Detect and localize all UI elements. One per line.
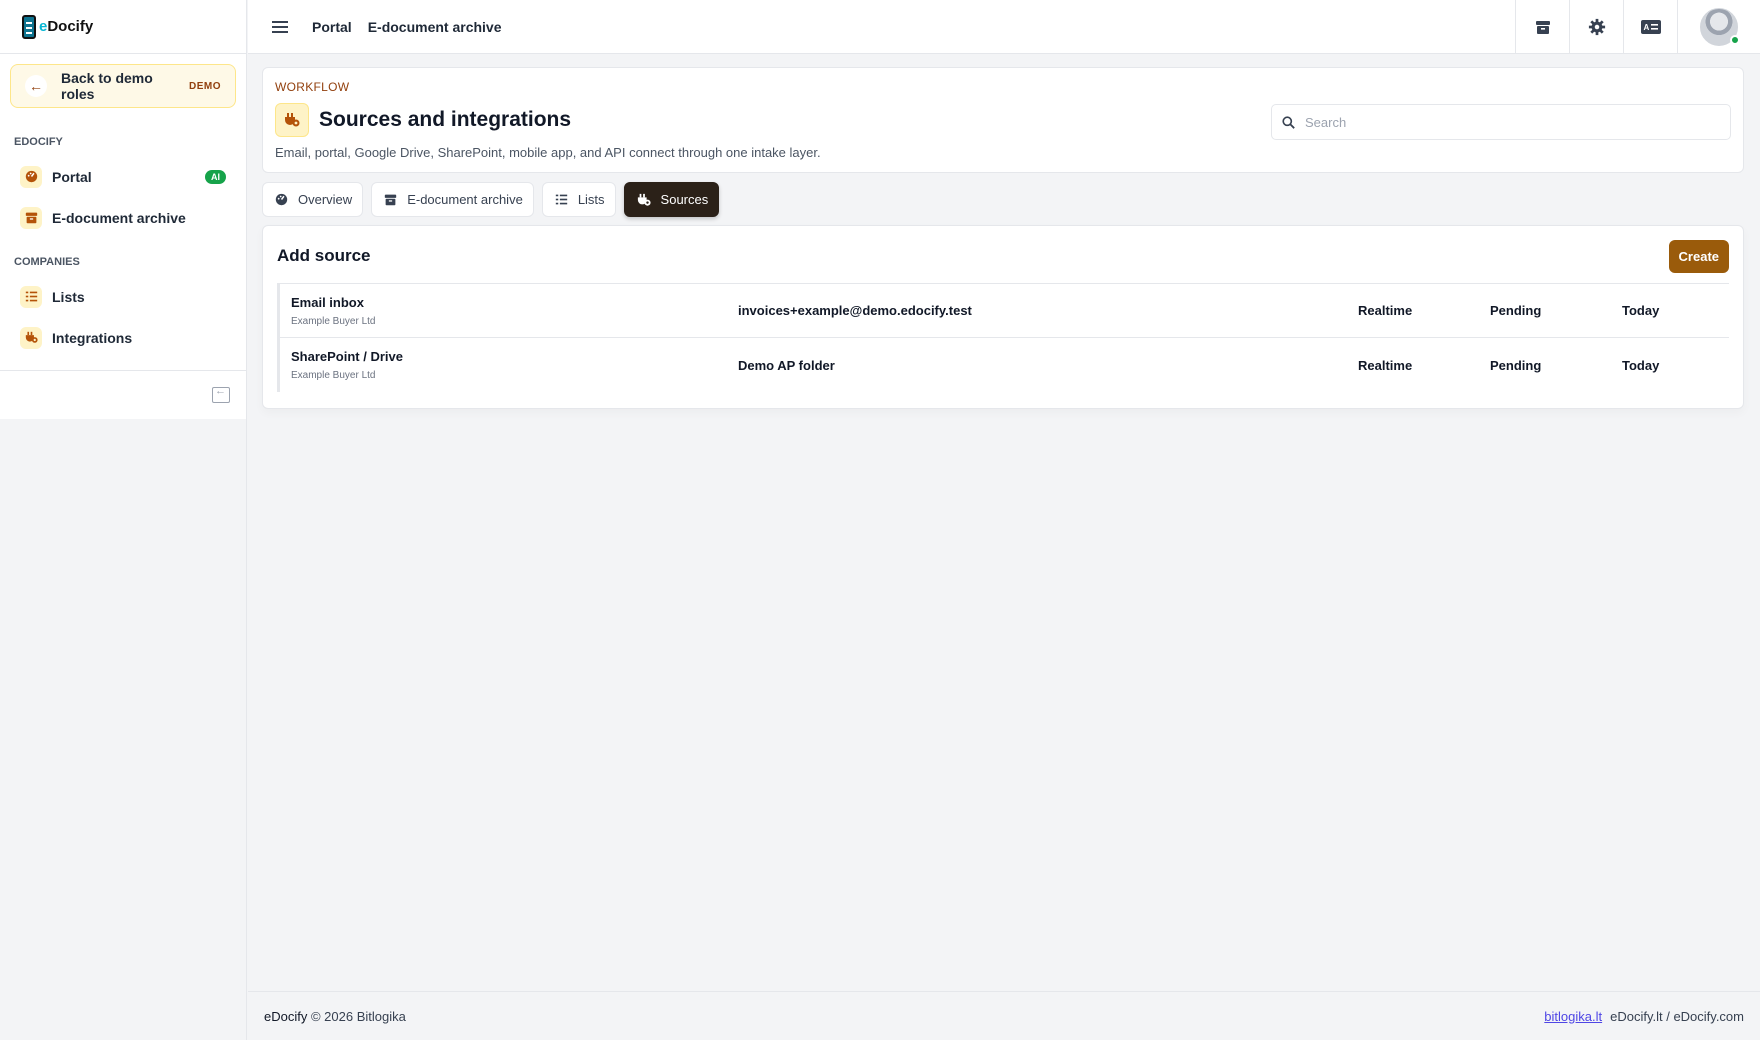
footer-link[interactable]: bitlogika.lt xyxy=(1544,1009,1602,1024)
dashboard-icon xyxy=(275,193,288,206)
tab-bar: Overview E-document archive Lists Source… xyxy=(262,182,1744,217)
page-subtitle: Email, portal, Google Drive, SharePoint,… xyxy=(275,145,821,160)
plug-icon xyxy=(637,193,651,207)
svg-text:A: A xyxy=(1643,23,1649,32)
online-status-indicator xyxy=(1730,34,1740,45)
source-mode: Realtime xyxy=(1358,357,1413,373)
search-icon xyxy=(1282,115,1295,129)
source-date: Today xyxy=(1622,303,1660,318)
search-input[interactable] xyxy=(1305,114,1730,130)
gear-icon xyxy=(1588,18,1605,35)
demo-badge: DEMO xyxy=(189,80,221,92)
footer-copyright: © 2026 Bitlogika xyxy=(310,1008,406,1024)
breadcrumb-e-document-archive[interactable]: E-document archive xyxy=(368,19,502,35)
footer: eDocify © 2026 Bitlogika bitlogika.lt eD… xyxy=(248,991,1760,1040)
section-title-edocify: EDOCIFY xyxy=(14,136,63,148)
logo-name: Docify xyxy=(47,18,94,35)
source-date: Today xyxy=(1622,357,1660,373)
breadcrumb-portal[interactable]: Portal xyxy=(312,19,352,35)
tab-sources[interactable]: Sources xyxy=(623,182,720,217)
tab-overview[interactable]: Overview xyxy=(262,182,364,217)
archive-icon xyxy=(1535,20,1550,34)
sidebar-item-integrations[interactable]: Integrations xyxy=(10,317,236,358)
source-mode: Realtime xyxy=(1358,303,1413,318)
plug-icon xyxy=(275,103,309,137)
settings-button[interactable] xyxy=(1569,0,1623,54)
back-label: Back to demo roles xyxy=(61,70,153,102)
tab-e-document-archive[interactable]: E-document archive xyxy=(371,182,534,217)
id-card-icon: A xyxy=(1640,19,1661,34)
id-card-button[interactable]: A xyxy=(1623,0,1677,54)
logo-icon xyxy=(22,14,36,39)
sidebar-item-portal[interactable]: Portal AI xyxy=(10,156,236,197)
section-title-companies: COMPANIES xyxy=(14,256,80,268)
page-title: Sources and integrations xyxy=(319,108,572,131)
create-button[interactable]: Create xyxy=(1668,239,1729,273)
back-to-demo-roles-button[interactable]: ← Back to demo roles DEMO xyxy=(10,64,236,108)
main-content: WORKFLOW Sources and integrations Email,… xyxy=(262,67,1744,409)
source-company: Example Buyer Ltd xyxy=(291,370,376,381)
table-row[interactable]: Email inbox Example Buyer Ltd invoices+e… xyxy=(277,284,1729,338)
footer-domains: eDocify.lt / eDocify.com xyxy=(1610,1008,1744,1024)
menu-icon[interactable] xyxy=(272,20,288,33)
topbar: Portal E-document archive A xyxy=(248,0,1760,54)
arrow-left-icon: ← xyxy=(25,75,47,97)
archive-icon xyxy=(20,206,42,229)
list-icon xyxy=(20,285,42,308)
sources-card: Add source Create Email inbox Example Bu… xyxy=(262,225,1744,409)
app-logo[interactable]: eDocify xyxy=(0,0,246,54)
tab-lists[interactable]: Lists xyxy=(541,182,616,217)
card-title: Add source xyxy=(277,246,371,265)
source-company: Example Buyer Ltd xyxy=(291,315,376,327)
sidebar-item-label: Integrations xyxy=(52,329,133,346)
tab-label: Overview xyxy=(298,192,353,207)
avatar[interactable] xyxy=(1700,7,1740,46)
sidebar-item-label: E-document archive xyxy=(52,209,186,226)
source-status: Pending xyxy=(1490,303,1542,318)
sidebar-item-label: Portal xyxy=(52,168,92,185)
page-header: WORKFLOW Sources and integrations Email,… xyxy=(262,67,1744,173)
archive-button[interactable] xyxy=(1515,0,1569,54)
tab-label: Sources xyxy=(660,192,709,207)
sidebar-body: ← Back to demo roles DEMO EDOCIFY Portal… xyxy=(0,54,246,419)
search-box[interactable] xyxy=(1271,104,1731,140)
archive-icon xyxy=(384,193,397,206)
plug-icon xyxy=(20,326,42,349)
tab-label: E-document archive xyxy=(407,192,523,207)
footer-brand: eDocify xyxy=(264,1008,308,1024)
list-icon xyxy=(555,193,568,206)
sidebar-item-label: Lists xyxy=(52,288,85,305)
sources-table: Email inbox Example Buyer Ltd invoices+e… xyxy=(277,283,1729,392)
source-name: SharePoint / Drive xyxy=(291,349,403,364)
collapse-sidebar-icon[interactable] xyxy=(212,385,230,403)
source-status: Pending xyxy=(1490,357,1542,373)
sidebar-item-e-document-archive[interactable]: E-document archive xyxy=(10,197,236,238)
tab-label: Lists xyxy=(577,192,605,207)
sidebar-item-lists[interactable]: Lists xyxy=(10,276,236,317)
source-target: invoices+example@demo.edocify.test xyxy=(738,303,972,318)
dashboard-icon xyxy=(20,165,42,188)
table-row[interactable]: SharePoint / Drive Example Buyer Ltd Dem… xyxy=(277,338,1729,392)
sidebar: eDocify ← Back to demo roles DEMO EDOCIF… xyxy=(0,0,247,1040)
page-eyebrow: WORKFLOW xyxy=(275,80,350,94)
ai-badge: AI xyxy=(205,169,226,184)
source-target: Demo AP folder xyxy=(738,357,835,373)
source-name: Email inbox xyxy=(291,294,364,310)
